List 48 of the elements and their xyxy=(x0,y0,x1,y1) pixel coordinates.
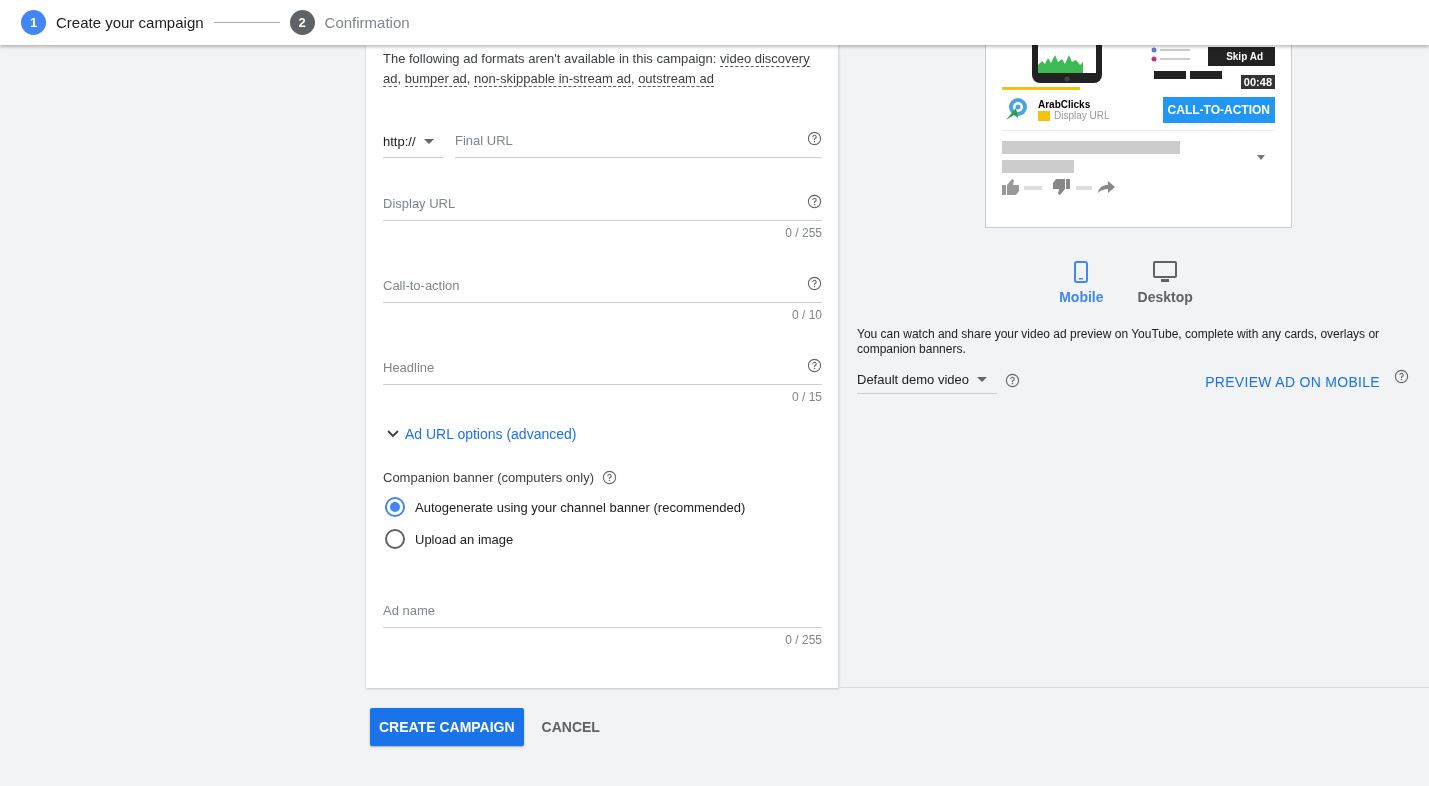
preview-description: You can watch and share your video ad preview on YouTube, complete with any cards, overlays or companion banners. xyxy=(857,327,1381,357)
placeholder-bar xyxy=(1002,160,1074,173)
character-counter: 0 / 255 xyxy=(785,633,822,647)
create-campaign-button[interactable]: CREATE CAMPAIGN xyxy=(370,708,524,746)
step-label: Create your campaign xyxy=(56,14,204,31)
notice-text: The following ad formats aren't available in this campaign: video discovery ad, bumper ad, non-skippable in-stream ad, outstream ad xyxy=(383,50,811,89)
video-dropdown[interactable]: Default demo video xyxy=(857,369,997,394)
help-icon[interactable] xyxy=(807,194,822,209)
chevron-icon xyxy=(387,430,399,438)
input-field[interactable]: Call-to-action xyxy=(383,276,822,303)
video-time: 00:48 xyxy=(1240,75,1275,89)
help-icon[interactable] xyxy=(807,131,822,146)
advanced-toggle[interactable]: Ad URL options (advanced) xyxy=(387,426,577,442)
step-label: Confirmation xyxy=(324,14,410,31)
radio-button[interactable] xyxy=(385,529,405,549)
caret-icon xyxy=(1257,155,1265,160)
device-tab[interactable]: Desktop xyxy=(1137,261,1193,305)
help-icon[interactable] xyxy=(807,276,822,291)
step-number: 1 xyxy=(21,10,46,35)
radio-label[interactable]: Autogenerate using your channel banner (recommended) xyxy=(415,499,746,515)
help-icon[interactable] xyxy=(602,470,617,485)
character-counter: 0 / 10 xyxy=(791,308,822,322)
field-label: Companion banner (computers only) xyxy=(383,470,594,485)
character-counter: 0 / 255 xyxy=(785,226,822,240)
advertiser-name: ArabClicks xyxy=(1038,99,1092,110)
input-field[interactable]: Final URL xyxy=(455,131,822,158)
step-number: 2 xyxy=(289,10,315,35)
character-counter: 0 / 15 xyxy=(791,390,822,404)
ad-badge-icon xyxy=(1038,110,1050,121)
device-tab[interactable]: Mobile xyxy=(1059,261,1104,305)
phone-icon xyxy=(1074,261,1089,283)
cancel-button[interactable]: CANCEL xyxy=(541,709,600,745)
input-field[interactable]: Display URL xyxy=(383,194,822,221)
skip-ad-button[interactable]: Skip Ad xyxy=(1208,47,1275,66)
preview-link[interactable]: PREVIEW AD ON MOBILE xyxy=(1205,373,1380,390)
monitor-icon xyxy=(1153,261,1178,283)
input-field[interactable]: Ad name xyxy=(383,601,822,628)
help-icon[interactable] xyxy=(1005,372,1020,388)
caret-icon xyxy=(977,377,987,382)
caret-icon xyxy=(423,139,434,144)
display-url: Display URL xyxy=(1054,110,1110,121)
protocol-dropdown[interactable]: http:// xyxy=(383,134,443,158)
radio-button[interactable] xyxy=(385,497,405,517)
input-field[interactable]: Headline xyxy=(383,358,822,385)
help-icon[interactable] xyxy=(1394,369,1409,384)
radio-label[interactable]: Upload an image xyxy=(415,531,514,547)
help-icon[interactable] xyxy=(807,358,822,373)
cta-button[interactable]: CALL-TO-ACTION xyxy=(1162,97,1275,123)
